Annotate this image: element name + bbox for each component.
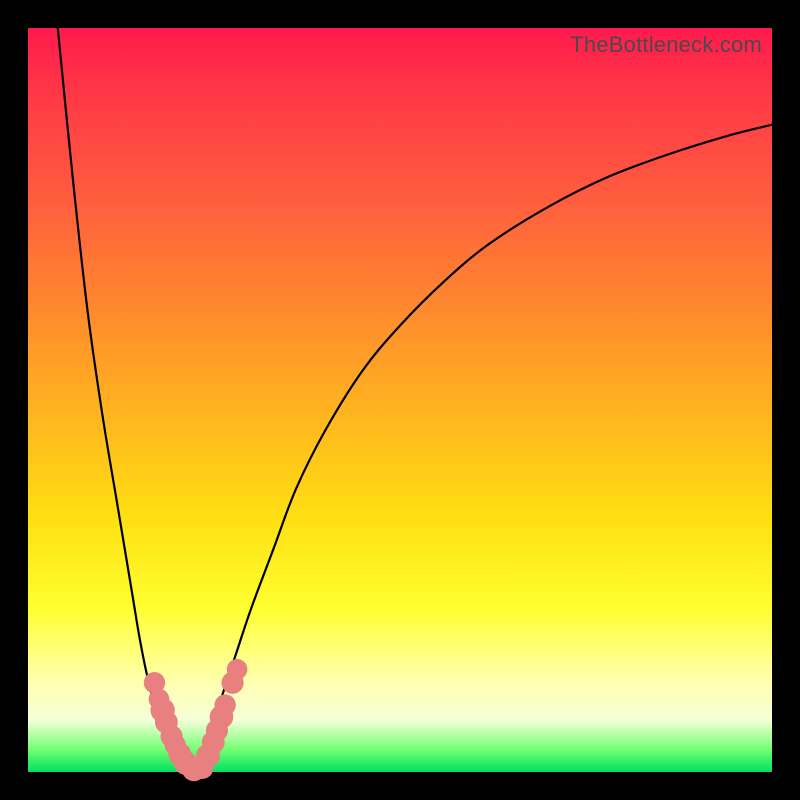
chart-plot-area: TheBottleneck.com xyxy=(28,28,772,772)
chart-svg xyxy=(28,28,772,772)
curve-left-branch xyxy=(58,28,192,772)
curve-right-branch xyxy=(192,125,772,772)
data-marker xyxy=(214,694,235,715)
data-marker xyxy=(227,659,248,680)
chart-frame: TheBottleneck.com xyxy=(0,0,800,800)
marker-group xyxy=(144,659,248,781)
